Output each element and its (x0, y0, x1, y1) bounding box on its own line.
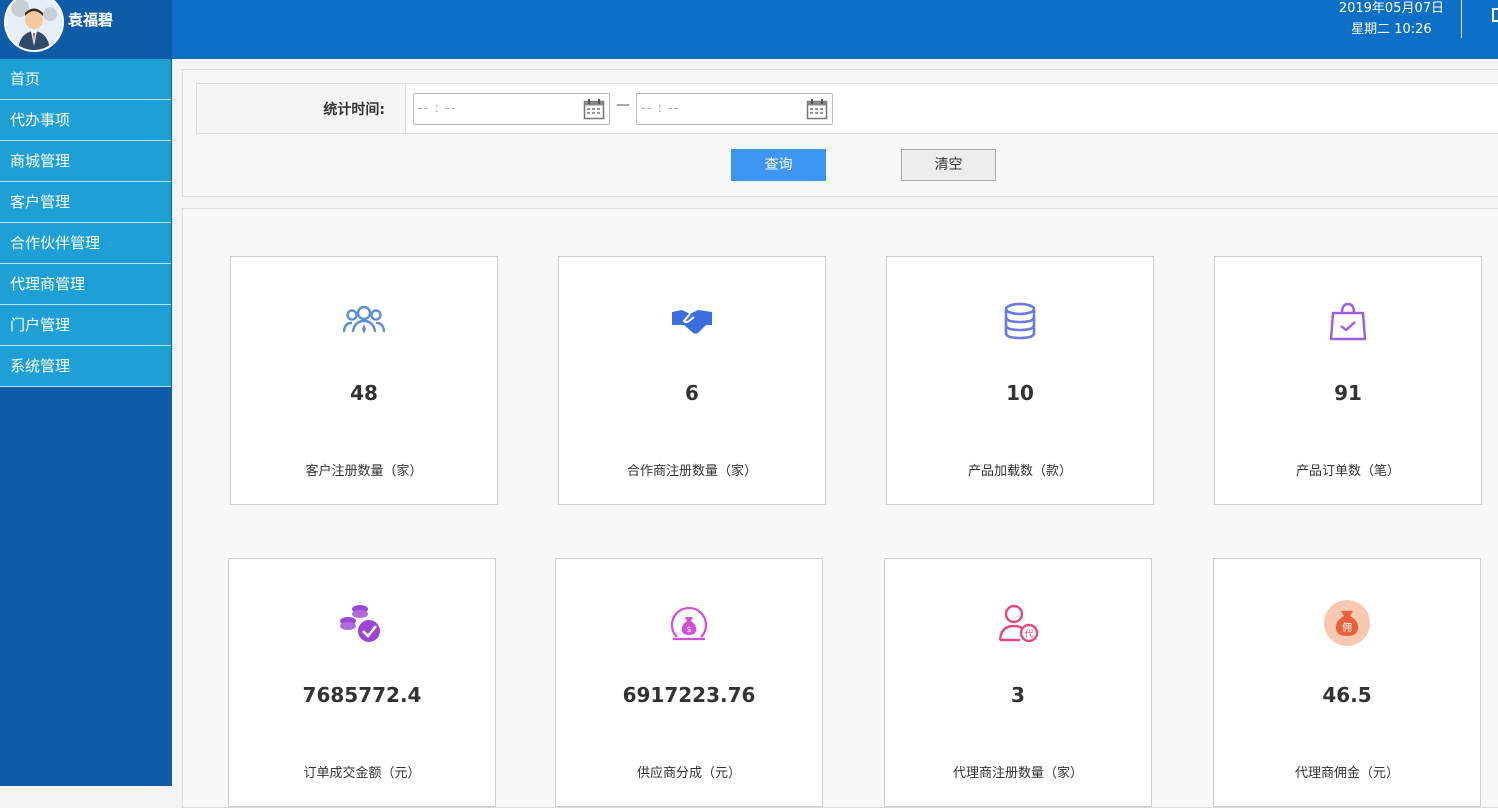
sidebar: 袁福碧 首页 代办事项 商城管理 客户管理 合作伙伴管理 代理商管理 门户管理 … (0, 0, 172, 786)
stat-label: 产品订单数（笔） (1295, 464, 1400, 479)
stat-label: 订单成交金额（元） (303, 766, 421, 781)
nav-item-mall[interactable]: 商城管理 (0, 141, 171, 182)
end-date-placeholder: -- : -- (641, 101, 680, 116)
top-header: 2019年05月07日 星期二 10:26 (172, 0, 1498, 59)
stat-card-agent-commission: 佣 46.5 代理商佣金（元） (1213, 558, 1481, 807)
stat-card-orders: 91 产品订单数（笔） (1214, 256, 1482, 505)
stat-label: 合作商注册数量（家） (626, 464, 757, 479)
stat-label: 客户注册数量（家） (305, 464, 423, 479)
nav-item-portal[interactable]: 门户管理 (0, 305, 171, 346)
stat-label: 供应商分成（元） (636, 766, 741, 781)
stat-value: 3 (1011, 683, 1025, 707)
stat-value: 46.5 (1322, 683, 1372, 707)
stat-label: 产品加载数（款） (967, 464, 1072, 479)
svg-text:代: 代 (1024, 629, 1033, 640)
calendar-icon[interactable] (806, 98, 828, 120)
nav-item-todo[interactable]: 代办事项 (0, 100, 171, 141)
stat-card-order-amount: 7685772.4 订单成交金额（元） (228, 558, 496, 807)
header-action-icon[interactable] (1492, 8, 1498, 22)
money-bag-icon: $ (670, 606, 708, 641)
stat-value: 6 (685, 381, 699, 405)
handshake-icon (672, 310, 712, 334)
shopping-bag-icon (1329, 302, 1367, 341)
coins-check-icon (340, 605, 380, 642)
commission-icon: 佣 (1324, 600, 1370, 646)
stat-label: 代理商佣金（元） (1294, 766, 1399, 781)
nav-menu: 首页 代办事项 商城管理 客户管理 合作伙伴管理 代理商管理 门户管理 系统管理 (0, 59, 171, 387)
calendar-icon[interactable] (583, 98, 605, 120)
nav-item-agents[interactable]: 代理商管理 (0, 264, 171, 305)
filter-label-cell: 统计时间: (197, 84, 406, 133)
query-button[interactable]: 查询 (731, 149, 826, 181)
header-datetime: 2019年05月07日 星期二 10:26 (1339, 0, 1444, 40)
stat-value: 48 (350, 381, 378, 405)
header-date: 2019年05月07日 (1338, 1, 1444, 16)
header-divider (1461, 0, 1462, 38)
end-date-input[interactable]: -- : -- (636, 93, 833, 125)
stat-card-agents: 代 3 代理商注册数量（家） (884, 558, 1152, 807)
nav-item-system[interactable]: 系统管理 (0, 346, 171, 387)
nav-item-customers[interactable]: 客户管理 (0, 182, 171, 223)
stat-card-customers: 48 客户注册数量（家） (230, 256, 498, 505)
svg-text:佣: 佣 (1342, 622, 1352, 634)
avatar[interactable] (4, 0, 64, 52)
stats-panel: 48 客户注册数量（家） 6 合作商注册数量（家） 10 产品加载数（款） 91… (182, 208, 1498, 808)
start-date-placeholder: -- : -- (418, 101, 457, 116)
stat-value: 10 (1006, 381, 1034, 405)
nav-item-home[interactable]: 首页 (0, 59, 171, 100)
username: 袁福碧 (68, 11, 114, 29)
nav-item-partners[interactable]: 合作伙伴管理 (0, 223, 171, 264)
stat-card-products: 10 产品加载数（款） (886, 256, 1154, 505)
stat-value: 7685772.4 (302, 683, 422, 707)
range-separator: — (616, 97, 630, 113)
filter-label: 统计时间: (323, 102, 385, 118)
header-weekday-time: 星期二 10:26 (1351, 22, 1432, 37)
user-block: 袁福碧 (0, 0, 172, 59)
start-date-input[interactable]: -- : -- (413, 93, 610, 125)
filter-row: 统计时间: -- : -- — -- : -- (196, 83, 1498, 134)
stat-value: 91 (1334, 381, 1362, 405)
database-icon (1004, 302, 1036, 340)
svg-text:$: $ (686, 625, 691, 634)
filter-panel: 统计时间: -- : -- — -- : -- 查询 清空 (182, 69, 1498, 197)
stat-card-supplier-share: $ 6917223.76 供应商分成（元） (555, 558, 823, 807)
stat-value: 6917223.76 (622, 683, 756, 707)
avatar-illustration-icon (11, 0, 57, 50)
stat-card-partners: 6 合作商注册数量（家） (558, 256, 826, 505)
users-icon (342, 305, 386, 334)
clear-button[interactable]: 清空 (901, 149, 996, 181)
stat-label: 代理商注册数量（家） (952, 766, 1083, 781)
agent-user-icon: 代 (998, 604, 1039, 643)
